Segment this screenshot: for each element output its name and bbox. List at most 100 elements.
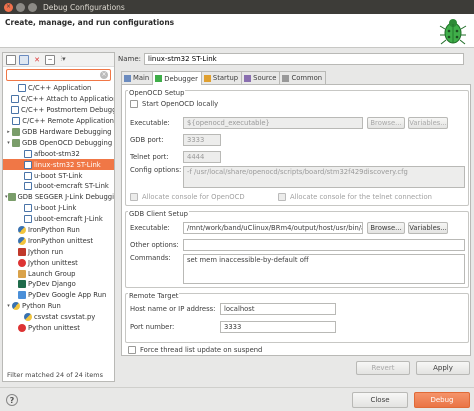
- start-openocd-checkbox-row[interactable]: Start OpenOCD locally: [130, 100, 218, 108]
- expand-arrow-icon[interactable]: ▾: [5, 140, 12, 146]
- window-minimize-button[interactable]: [16, 2, 25, 12]
- tree-item[interactable]: csvstat csvstat.py: [3, 312, 114, 323]
- openocd-executable-label: Executable:: [130, 119, 170, 127]
- telnet-port-field[interactable]: 4444: [183, 151, 221, 163]
- commands-label: Commands:: [130, 254, 171, 262]
- tree-item[interactable]: Jython unittest: [3, 257, 114, 268]
- port-label: Port number:: [130, 323, 175, 331]
- revert-button[interactable]: Revert: [356, 361, 410, 375]
- tree-item[interactable]: PyDev Google App Run: [3, 290, 114, 301]
- c-config-icon: [24, 215, 32, 224]
- other-options-field[interactable]: [183, 239, 465, 251]
- tree-item-label: GDB SEGGER J-Link Debugging: [17, 193, 114, 202]
- allocate-telnet-checkbox[interactable]: [278, 193, 286, 201]
- tree-item[interactable]: IronPython Run: [3, 225, 114, 236]
- c-config-icon: [24, 149, 32, 158]
- filter-field[interactable]: ×: [6, 69, 111, 81]
- force-thread-checkbox[interactable]: [128, 346, 136, 354]
- help-icon[interactable]: ?: [6, 394, 18, 406]
- expand-arrow-icon[interactable]: ▸: [5, 129, 12, 135]
- openocd-variables-button[interactable]: Variables...: [408, 117, 448, 129]
- tree-item[interactable]: u-boot ST-Link: [3, 170, 114, 181]
- collapse-all-icon[interactable]: −: [45, 54, 55, 65]
- openocd-executable-field[interactable]: ${openocd_executable}: [183, 117, 363, 129]
- allocate-console-checkbox[interactable]: [130, 193, 138, 201]
- gdb-port-label: GDB port:: [130, 136, 164, 144]
- tree-item[interactable]: C/C++ Remote Application: [3, 116, 114, 127]
- other-options-label: Other options:: [130, 241, 179, 249]
- gdb-port-field[interactable]: 3333: [183, 134, 221, 146]
- start-openocd-checkbox[interactable]: [130, 100, 138, 108]
- name-label: Name:: [118, 55, 142, 63]
- tab-main[interactable]: Main: [121, 71, 154, 84]
- tree-item-label: C/C++ Application: [28, 84, 92, 93]
- ut-config-icon: [18, 324, 26, 333]
- tab-label: Main: [133, 74, 150, 82]
- window-maximize-button[interactable]: [28, 2, 37, 12]
- tree-item-label: C/C++ Attach to Application: [21, 95, 114, 104]
- tab-debugger[interactable]: Debugger: [152, 71, 202, 85]
- tree-item[interactable]: Launch Group: [3, 268, 114, 279]
- gae-config-icon: [18, 291, 26, 300]
- start-openocd-label: Start OpenOCD locally: [142, 100, 219, 108]
- window-close-button[interactable]: ×: [4, 2, 13, 12]
- close-button[interactable]: Close: [352, 392, 408, 408]
- filter-icon[interactable]: ⫶▾: [58, 55, 68, 65]
- tree-item[interactable]: PyDev Django: [3, 279, 114, 290]
- tree-item[interactable]: C/C++ Application: [3, 83, 114, 94]
- tree-item[interactable]: Python unittest: [3, 323, 114, 334]
- force-thread-row[interactable]: Force thread list update on suspend: [128, 346, 262, 354]
- dialog-header: Create, manage, and run configurations: [0, 14, 474, 48]
- tree-item[interactable]: u-boot J-Link: [3, 203, 114, 214]
- configuration-tree: C/C++ Application C/C++ Attach to Applica…: [3, 83, 114, 373]
- c-config-icon: [11, 106, 19, 115]
- configuration-list-panel: ✕ − ⫶▾ × C/C++ Application C/C++ Attach t…: [2, 52, 115, 382]
- filter-input[interactable]: [7, 70, 87, 80]
- config-tabs: Main Debugger Startup Source Common: [121, 71, 327, 85]
- gdb-browse-button[interactable]: Browse...: [367, 222, 405, 234]
- gdb-variables-button[interactable]: Variables...: [408, 222, 448, 234]
- tree-item-label: C/C++ Remote Application: [22, 117, 114, 126]
- tree-item[interactable]: linux-stm32 ST-Link: [3, 159, 114, 171]
- source-tab-icon: [244, 74, 252, 82]
- tree-item[interactable]: IronPython unittest: [3, 235, 114, 246]
- tab-common[interactable]: Common: [279, 71, 327, 84]
- tree-item[interactable]: C/C++ Attach to Application: [3, 94, 114, 105]
- tree-item[interactable]: uboot-emcraft J-Link: [3, 214, 114, 225]
- tab-startup[interactable]: Startup: [200, 71, 243, 84]
- tab-label: Source: [253, 74, 277, 82]
- gdb-executable-field[interactable]: /mnt/work/band/uClinux/BRm4/output/host/…: [183, 222, 363, 234]
- port-field[interactable]: 3333: [220, 321, 336, 333]
- delete-config-icon[interactable]: ✕: [32, 55, 42, 65]
- gdb-executable-label: Executable:: [130, 224, 170, 232]
- tree-item[interactable]: uboot-emcraft ST-Link: [3, 181, 114, 192]
- name-input[interactable]: [144, 53, 464, 65]
- duplicate-config-icon[interactable]: [19, 54, 29, 65]
- tree-item-label: GDB Hardware Debugging: [22, 128, 112, 136]
- tree-item[interactable]: afboot-stm32: [3, 148, 114, 159]
- tree-item[interactable]: C/C++ Postmortem Debugger: [3, 105, 114, 116]
- tree-item[interactable]: ▾ GDB OpenOCD Debugging: [3, 137, 114, 148]
- tree-item[interactable]: ▾ Python Run: [3, 301, 114, 312]
- tree-item-label: IronPython Run: [28, 226, 80, 235]
- apply-button[interactable]: Apply: [416, 361, 470, 375]
- common-tab-icon: [282, 74, 290, 82]
- tab-source[interactable]: Source: [241, 71, 281, 84]
- expand-arrow-icon[interactable]: ▾: [5, 303, 12, 309]
- tab-label: Debugger: [164, 74, 198, 83]
- openocd-browse-button[interactable]: Browse...: [367, 117, 405, 129]
- gdb-config-icon: [7, 193, 16, 202]
- tree-item[interactable]: ▸ GDB Hardware Debugging: [3, 127, 114, 138]
- config-options-field[interactable]: -f /usr/local/share/openocd/scripts/boar…: [183, 166, 465, 188]
- remote-target-title: Remote Target: [128, 292, 180, 300]
- tree-item[interactable]: Jython run: [3, 246, 114, 257]
- dj-config-icon: [18, 280, 26, 289]
- tree-item-label: linux-stm32 ST-Link: [34, 160, 101, 169]
- debug-button[interactable]: Debug: [414, 392, 470, 408]
- new-config-icon[interactable]: [6, 54, 16, 65]
- clear-filter-icon[interactable]: ×: [100, 71, 108, 79]
- commands-field[interactable]: set mem inaccessible-by-default off: [183, 254, 465, 284]
- tree-item[interactable]: ▾ GDB SEGGER J-Link Debugging: [3, 192, 114, 203]
- gdb-client-setup-title: GDB Client Setup: [128, 210, 189, 218]
- host-field[interactable]: localhost: [220, 303, 336, 315]
